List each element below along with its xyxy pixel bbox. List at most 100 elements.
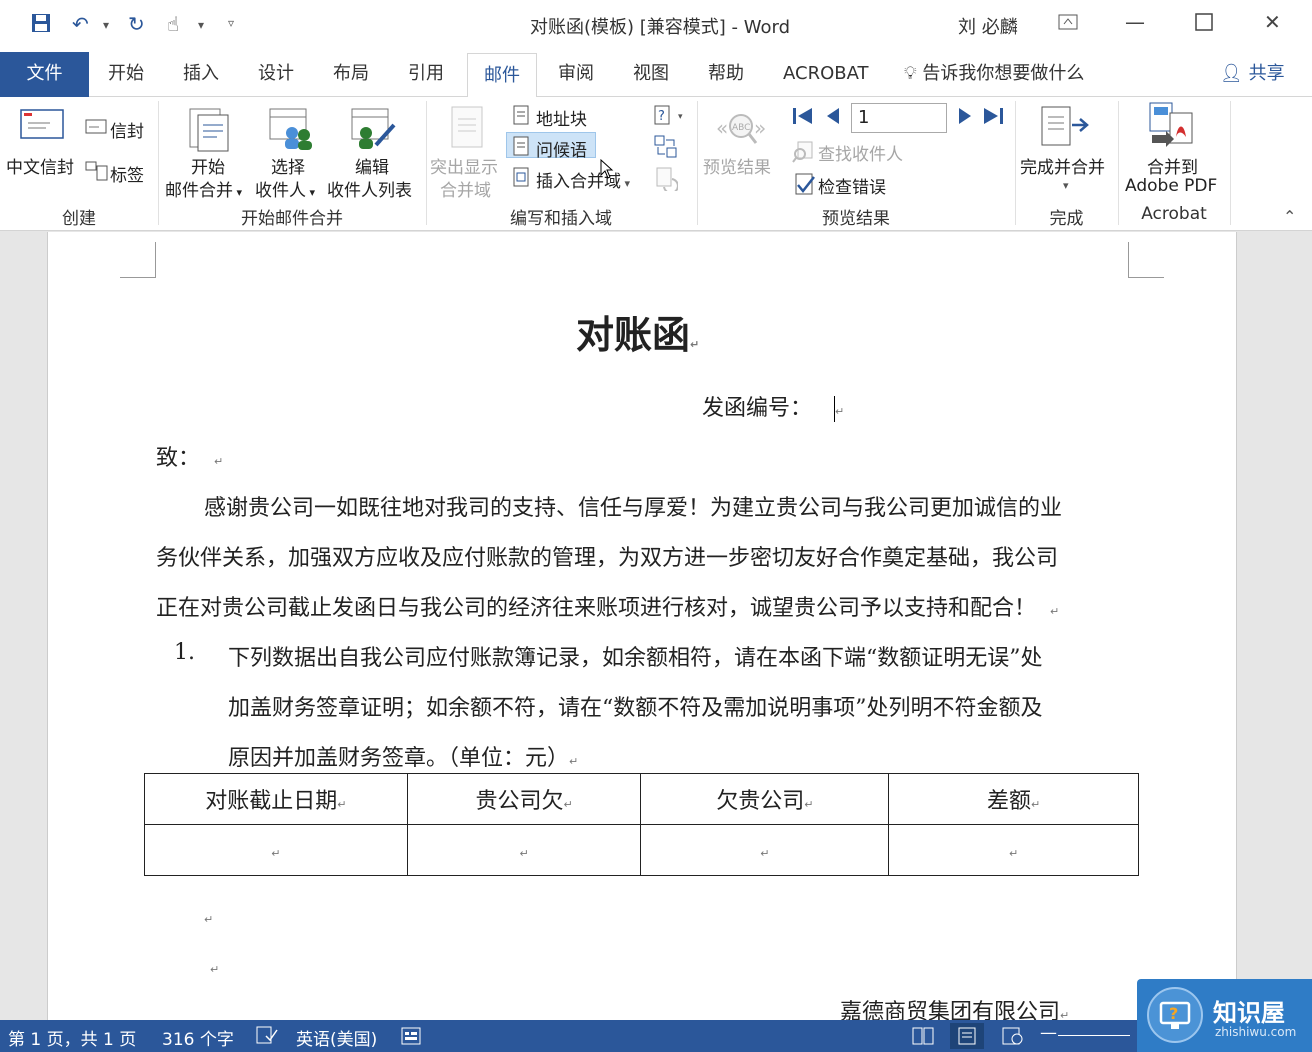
merge-to-pdf-button[interactable]: Adobe PDF [1125, 176, 1217, 196]
edit-recipient-list-button[interactable]: 收件人列表 [327, 176, 412, 201]
match-fields-icon[interactable] [654, 135, 678, 163]
table-cell[interactable]: ↵ [144, 824, 408, 876]
labels-button[interactable]: 标签 [110, 161, 144, 186]
merge-to-pdf-icon [1148, 101, 1196, 155]
greeting-line-button[interactable]: 问候语 [536, 136, 587, 161]
document-page[interactable]: 对账函↵ 发函编号： ↵ 致： ↵ 感谢贵公司一如既往地对我司的支持、信任与厚爱！为… [47, 232, 1237, 1020]
highlight-fields-button[interactable]: 合并域 [440, 176, 491, 201]
tab-review[interactable]: 审阅 [558, 52, 594, 97]
empty-paragraph[interactable]: ↵ [210, 954, 219, 979]
customize-toolbar-icon[interactable]: ▿ [228, 16, 234, 30]
last-record-icon[interactable] [983, 106, 1005, 130]
addressee-line[interactable]: 致： ↵ [156, 440, 223, 472]
previous-record-icon[interactable] [826, 106, 840, 130]
start-merge-line1[interactable]: 开始 [191, 153, 225, 178]
tab-layout[interactable]: 布局 [333, 52, 369, 97]
margin-corner-mark [120, 242, 156, 278]
table-header-cell[interactable]: 对账截止日期↵ [144, 773, 408, 825]
next-record-icon[interactable] [958, 106, 972, 130]
chevron-down-icon: ▾ [306, 186, 316, 199]
body-paragraph-line[interactable]: 正在对贵公司截止发函日与我公司的经济往来账项进行核对，诚望贵公司予以支持和配合！… [156, 590, 1059, 622]
envelope-button[interactable]: 信封 [110, 117, 144, 142]
signature-line[interactable]: 嘉德商贸集团有限公司↵ [840, 994, 1069, 1020]
tab-references[interactable]: 引用 [408, 52, 444, 97]
body-paragraph-line[interactable]: 感谢贵公司一如既往地对我司的支持、信任与厚爱！为建立贵公司与我公司更加诚信的业 [204, 490, 1062, 522]
addressee-label: 致： [156, 446, 201, 471]
start-merge-line2: 邮件合并 [165, 181, 233, 201]
merge-to-pdf-line1[interactable]: 合并到 [1147, 153, 1198, 178]
table-header-cell[interactable]: 贵公司欠↵ [406, 773, 642, 825]
finish-merge-button[interactable]: 完成并合并 [1020, 153, 1105, 178]
tab-mailings[interactable]: 邮件 [467, 53, 537, 98]
list-item-line[interactable]: 下列数据出自我公司应付账款簿记录，如余额相符，请在本函下端“数额证明无误”处 [228, 640, 1043, 672]
tab-insert[interactable]: 插入 [183, 52, 219, 97]
tab-acrobat[interactable]: ACROBAT [783, 52, 869, 97]
group-label-create: 创建 [62, 209, 96, 229]
body-paragraph-line[interactable]: 务伙伴关系，加强双方应收及应付账款的管理，为双方进一步密切友好合作奠定基础，我公… [156, 540, 1058, 572]
table-cell[interactable]: ↵ [888, 824, 1139, 876]
user-name[interactable]: 刘 必麟 [958, 13, 1018, 39]
ribbon-display-icon[interactable] [1058, 14, 1078, 34]
select-recipients-line1[interactable]: 选择 [271, 153, 305, 178]
highlight-fields-line1[interactable]: 突出显示 [430, 153, 498, 178]
svg-text:«: « [716, 116, 728, 140]
group-label-write-insert: 编写和插入域 [510, 209, 612, 229]
save-icon[interactable] [30, 12, 52, 39]
tell-me-search[interactable]: 💡︎ 告诉我你想要做什么 [904, 52, 1084, 96]
tab-design[interactable]: 设计 [258, 52, 294, 97]
preview-results-button[interactable]: 预览结果 [703, 153, 771, 178]
list-item-line[interactable]: 加盖财务签章证明；如余额不符，请在“数额不符及需加说明事项”处列明不符金额及 [228, 690, 1043, 722]
chinese-envelope-button[interactable]: 中文信封 [6, 153, 74, 178]
rules-icon[interactable]: ? ▾ [654, 105, 688, 131]
edit-recipient-list-icon [350, 107, 396, 155]
first-record-icon[interactable] [792, 106, 814, 130]
web-layout-icon[interactable] [1002, 1027, 1024, 1050]
address-block-button[interactable]: 地址块 [536, 105, 587, 130]
select-recipients-button[interactable]: 收件人 ▾ [255, 176, 315, 201]
tab-file[interactable]: 文件 [0, 52, 89, 97]
minimize-icon[interactable]: — [1125, 10, 1145, 34]
collapse-ribbon-icon[interactable]: ⌃ [1283, 207, 1296, 226]
find-recipient-button[interactable]: 查找收件人 [818, 140, 903, 165]
list-item-line[interactable]: 原因并加盖财务签章。（单位：元）↵ [228, 740, 578, 772]
zoom-out-icon[interactable]: — [1040, 1023, 1057, 1043]
zoom-slider[interactable] [1058, 1035, 1130, 1036]
chinese-envelope-icon[interactable] [20, 109, 64, 145]
cell-mark-icon: ↵ [804, 798, 814, 811]
cutoff-date-header: 对账截止日期 [205, 789, 338, 814]
language[interactable]: 英语(美国) [296, 1025, 377, 1050]
ribbon-mailings: 中文信封 信封 标签 创建 开始 邮件合并 ▾ 选择 收件人 ▾ 编辑 收件人列… [0, 97, 1312, 231]
empty-paragraph[interactable]: ↵ [204, 904, 213, 929]
print-layout-icon[interactable] [950, 1023, 984, 1049]
tell-me-label: 告诉我你想要做什么 [922, 63, 1085, 84]
edit-recipient-line1[interactable]: 编辑 [355, 153, 389, 178]
undo-icon[interactable]: ↶ [72, 12, 89, 36]
tab-home[interactable]: 开始 [108, 52, 144, 97]
table-header-cell[interactable]: 差额↵ [888, 773, 1139, 825]
macro-record-icon[interactable] [401, 1027, 421, 1050]
share-button[interactable]: 👤︎ 共享 [1220, 52, 1285, 96]
table-header-cell[interactable]: 欠贵公司↵ [640, 773, 890, 825]
table-cell[interactable]: ↵ [406, 824, 642, 876]
start-merge-button[interactable]: 邮件合并 ▾ [165, 176, 242, 201]
insert-merge-field-button[interactable]: 插入合并域 ▾ [536, 167, 630, 192]
proofing-icon[interactable] [256, 1026, 278, 1049]
tab-help[interactable]: 帮助 [708, 52, 744, 97]
record-number-input[interactable]: 1 [851, 103, 947, 133]
chevron-down-icon[interactable]: ▾ [1063, 179, 1069, 192]
redo-icon[interactable]: ↻ [128, 12, 145, 36]
word-count[interactable]: 316 个字 [162, 1025, 234, 1050]
close-icon[interactable]: ✕ [1264, 10, 1281, 34]
check-errors-button[interactable]: 检查错误 [818, 173, 886, 198]
table-cell[interactable]: ↵ [640, 824, 890, 876]
update-labels-icon[interactable] [654, 167, 679, 195]
reference-number-line[interactable]: 发函编号： ↵ [702, 390, 844, 422]
page-count[interactable]: 第 1 页，共 1 页 [8, 1025, 136, 1050]
undo-dropdown-icon[interactable]: ▾ [103, 18, 109, 32]
read-mode-icon[interactable] [912, 1027, 934, 1050]
maximize-icon[interactable] [1195, 12, 1213, 36]
document-title[interactable]: 对账函↵ [576, 304, 699, 359]
touch-mode-icon[interactable]: ☝ [167, 12, 179, 36]
tab-view[interactable]: 视图 [633, 52, 669, 97]
touch-dropdown-icon[interactable]: ▾ [198, 18, 204, 32]
